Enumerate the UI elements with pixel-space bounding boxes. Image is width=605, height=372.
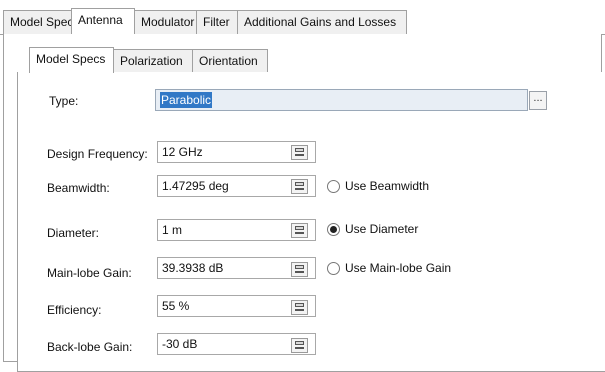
use-main-lobe-gain-label: Use Main-lobe Gain [345,261,452,275]
unit-selector-icon[interactable] [291,300,308,315]
type-value: Parabolic [160,92,213,108]
tab-orientation[interactable]: Orientation [192,49,268,73]
design-frequency-label: Design Frequency: [47,147,148,161]
back-lobe-gain-label: Back-lobe Gain: [47,340,133,354]
type-label: Type: [49,94,79,108]
efficiency-label: Efficiency: [47,303,102,317]
back-lobe-gain-value: -30 dB [162,337,198,351]
tab-additional-gains-and-losses[interactable]: Additional Gains and Losses [237,10,407,34]
use-diameter-label: Use Diameter [345,222,419,236]
beamwidth-value: 1.47295 deg [162,179,229,193]
use-diameter-radio[interactable] [327,223,340,236]
main-lobe-gain-label: Main-lobe Gain: [47,266,132,280]
beamwidth-label: Beamwidth: [47,181,110,195]
tab-inner-model-specs[interactable]: Model Specs [29,47,114,73]
unit-selector-icon[interactable] [291,223,308,238]
tab-modulator[interactable]: Modulator [134,10,197,34]
tab-filter[interactable]: Filter [196,10,238,34]
diameter-value: 1 m [162,223,183,237]
use-beamwidth-label: Use Beamwidth [345,179,430,193]
main-lobe-gain-value: 39.3938 dB [162,261,224,275]
unit-selector-icon[interactable] [291,179,308,194]
unit-selector-icon[interactable] [291,338,308,353]
tab-polarization[interactable]: Polarization [113,49,193,73]
unit-selector-icon[interactable] [291,262,308,277]
unit-selector-icon[interactable] [291,145,308,160]
tab-model-specs[interactable]: Model Specs [3,10,79,34]
design-frequency-value: 12 GHz [162,145,203,159]
use-beamwidth-radio[interactable] [327,180,340,193]
use-main-lobe-gain-radio[interactable] [327,262,340,275]
type-field[interactable]: Parabolic [155,89,528,111]
tab-antenna[interactable]: Antenna [71,8,135,34]
type-browse-button[interactable]: ... [529,91,547,110]
diameter-label: Diameter: [47,226,100,240]
efficiency-value: 55 % [162,299,190,313]
